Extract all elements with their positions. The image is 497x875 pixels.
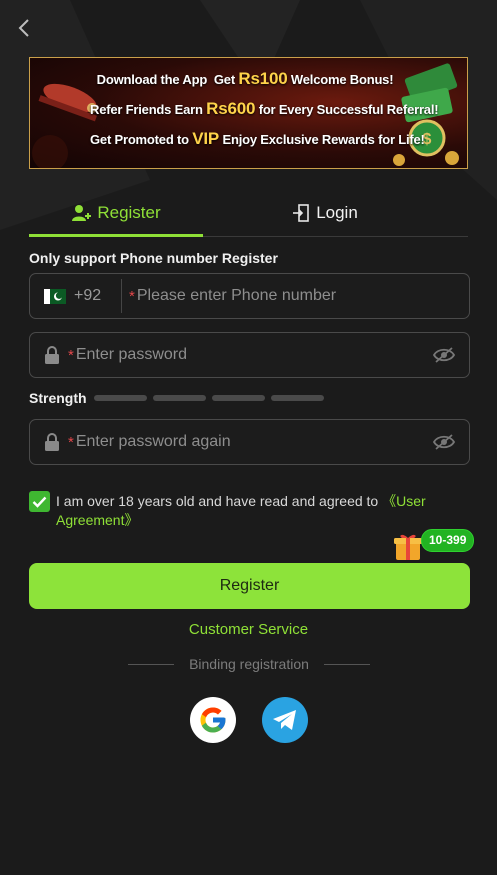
tab-register-label: Register [97,203,161,222]
required-mark: * [68,433,74,451]
strength-bar [211,395,265,401]
banner-line-3: Get Promoted to VIP Enjoy Exclusive Rewa… [90,129,425,148]
customer-service-link[interactable]: Customer Service [0,621,497,638]
register-button[interactable]: Register [29,563,470,609]
google-login-button[interactable] [190,697,236,743]
required-mark: * [129,287,135,305]
binding-registration-divider: Binding registration [128,656,370,672]
banner-line-1: Download the App Get Rs100 Welcome Bonus… [96,69,394,88]
promo-banner[interactable]: $ Download the App Get Rs100 Welcome Bon… [29,57,468,169]
agreement-text: I am over 18 years old and have read and… [56,492,466,530]
gift-icon[interactable] [393,530,425,562]
lock-icon [45,432,59,451]
eye-off-icon[interactable] [433,346,455,364]
tab-login[interactable]: Login [238,190,412,236]
promo-badge[interactable]: 10-399 [421,529,475,552]
pakistan-flag-icon [44,288,66,304]
tab-register[interactable]: Register [29,190,203,237]
password-field[interactable]: * Enter password [29,332,470,378]
agreement-statement: I am over 18 years old and have read and… [56,493,383,509]
lock-icon [45,345,59,364]
confirm-password-field[interactable]: * Enter password again [29,419,470,465]
phone-field[interactable]: +92 * Please enter Phone number [29,273,470,319]
divider-line [128,663,174,665]
telegram-login-button[interactable] [262,697,308,743]
eye-off-icon[interactable] [433,433,455,451]
phone-input[interactable]: Please enter Phone number [137,287,336,305]
country-code[interactable]: +92 [74,287,114,305]
strength-bar [152,395,206,401]
binding-registration-label: Binding registration [189,656,309,672]
password-strength: Strength [29,390,330,406]
google-icon [200,707,226,733]
required-mark: * [68,346,74,364]
strength-label: Strength [29,390,87,406]
back-button[interactable] [12,14,36,42]
banner-line-2: Refer Friends Earn Rs600 for Every Succe… [90,99,439,118]
checkmark-icon [32,496,47,508]
register-note: Only support Phone number Register [29,250,278,266]
back-arrow-icon [18,19,29,37]
password-input[interactable]: Enter password [76,346,187,364]
telegram-icon [273,710,296,730]
login-icon [293,204,309,222]
confirm-password-input[interactable]: Enter password again [76,433,231,451]
strength-bar [270,395,324,401]
tab-login-label: Login [316,203,358,222]
agree-checkbox[interactable] [29,491,50,512]
divider-line [323,663,370,665]
user-add-icon [72,205,92,221]
strength-bar [93,395,147,401]
field-divider [121,279,122,313]
